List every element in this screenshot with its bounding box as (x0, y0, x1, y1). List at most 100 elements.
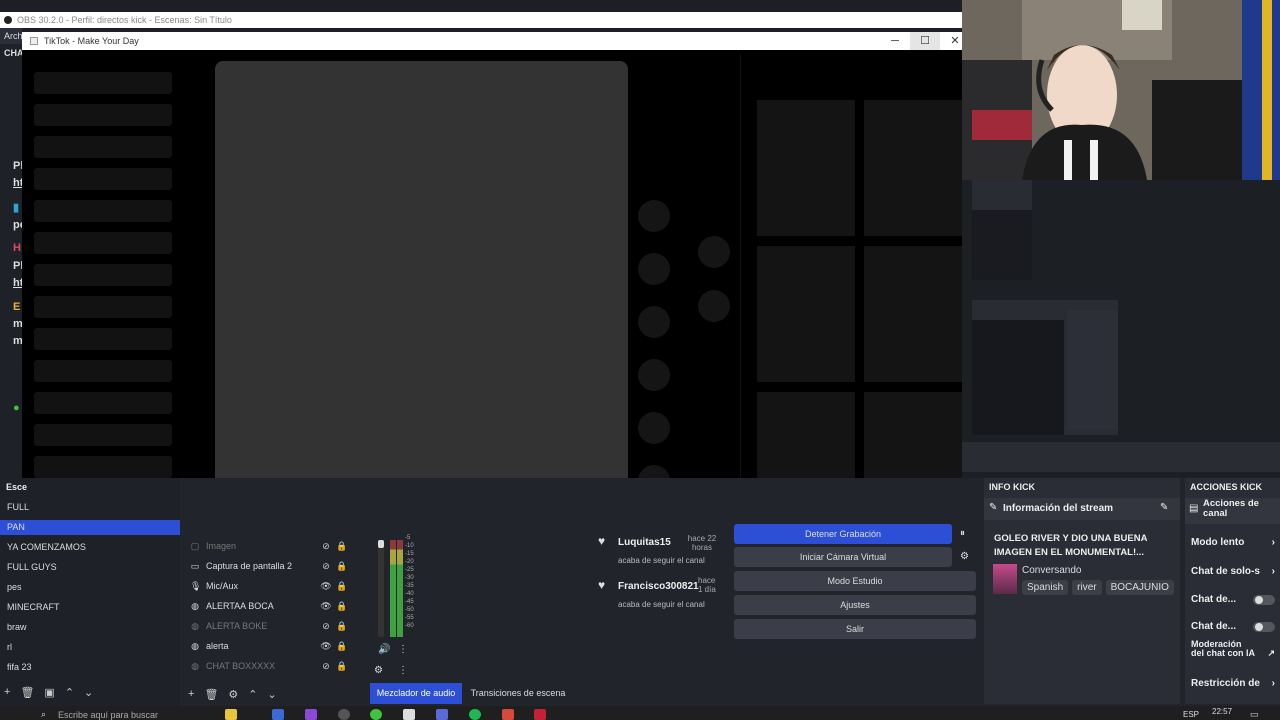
mic-icon: 🎙 (190, 580, 202, 591)
action-button-placeholder[interactable] (638, 359, 670, 391)
action-chat-toggle[interactable]: Chat de... (1191, 594, 1275, 605)
lock-icon[interactable]: 🔒 (334, 641, 350, 652)
visibility-hidden-icon[interactable]: ⊘ (318, 541, 334, 552)
scene-item-selected[interactable]: PAN (7, 522, 25, 532)
wifi-app-icon[interactable] (403, 709, 415, 720)
notification-icon[interactable]: ▭ (1250, 709, 1259, 720)
visibility-icon[interactable]: 👁 (318, 601, 334, 612)
obs-menu-file[interactable]: Arch (0, 28, 23, 44)
source-item[interactable]: ◍ ALERTAA BOCA 👁 🔒 (190, 597, 350, 615)
lock-icon[interactable]: 🔒 (334, 561, 350, 572)
task-view-icon[interactable] (272, 709, 284, 720)
add-source-icon[interactable]: + (188, 688, 194, 701)
nav-arrow-placeholder[interactable] (698, 236, 730, 268)
video-tile-placeholder[interactable] (864, 100, 962, 236)
visibility-icon[interactable]: 👁 (318, 641, 334, 652)
toggle-switch[interactable] (1253, 595, 1275, 605)
source-settings-icon[interactable]: ⚙ (228, 688, 238, 701)
search-icon[interactable]: ⌕ (41, 709, 46, 720)
action-chat-toggle[interactable]: Chat de... (1191, 621, 1275, 632)
mixer-settings-icon[interactable]: ⚙ (374, 665, 383, 676)
source-label: ALERTA BOKE (206, 621, 268, 631)
studio-mode-button[interactable]: Modo Estudio (734, 571, 976, 591)
minimize-button[interactable]: ─ (880, 32, 910, 50)
nav-arrow-placeholder[interactable] (698, 290, 730, 322)
recording-app-icon[interactable] (534, 709, 546, 720)
add-scene-icon[interactable]: + (4, 686, 10, 699)
action-subscribers-chat[interactable]: Chat de solo-s › (1191, 566, 1275, 577)
tiktok-title-bar[interactable]: TikTok - Make Your Day ─ ☐ ✕ (22, 32, 962, 50)
lock-icon[interactable]: 🔒 (334, 541, 350, 552)
volume-slider-handle[interactable] (378, 540, 384, 548)
stop-recording-button[interactable]: Detener Grabación (734, 524, 952, 544)
obs-taskbar-icon[interactable] (338, 709, 350, 720)
browser-icon[interactable] (305, 709, 317, 720)
visibility-icon[interactable]: 👁 (318, 581, 334, 592)
action-slow-mode[interactable]: Modo lento › (1191, 537, 1275, 548)
video-tile-placeholder[interactable] (757, 246, 855, 382)
mixer-menu-icon[interactable]: ⋮ (398, 665, 408, 676)
pause-icon[interactable]: ⏸ (960, 528, 965, 539)
action-button-placeholder[interactable] (638, 412, 670, 444)
source-item[interactable]: ◍ alerta 👁 🔒 (190, 637, 350, 655)
source-item[interactable]: 🎙 Mic/Aux 👁 🔒 (190, 577, 350, 595)
brave-icon[interactable] (502, 709, 514, 720)
exit-button[interactable]: Salir (734, 619, 976, 639)
action-button-placeholder[interactable] (638, 253, 670, 285)
scene-item[interactable]: braw (7, 622, 27, 632)
visibility-hidden-icon[interactable]: ⊘ (318, 561, 334, 572)
scene-item[interactable]: FULL (7, 502, 29, 512)
tab-audio-mixer[interactable]: Mezclador de audio (370, 683, 462, 704)
spotify-icon[interactable] (469, 709, 481, 720)
clock[interactable]: 22:57 (1212, 707, 1232, 716)
toggle-switch[interactable] (1253, 622, 1275, 632)
speaker-icon[interactable]: 🔊 (378, 644, 390, 655)
source-item[interactable]: ◍ ALERTA BOKE ⊘ 🔒 (190, 617, 350, 635)
virtual-camera-button[interactable]: Iniciar Cámara Virtual (734, 547, 952, 567)
lock-icon[interactable]: 🔒 (334, 661, 350, 672)
remove-scene-icon[interactable]: 🗑 (20, 686, 34, 699)
lock-icon[interactable]: 🔒 (334, 601, 350, 612)
source-item[interactable]: ▭ Captura de pantalla 2 ⊘ 🔒 (190, 557, 350, 575)
visibility-hidden-icon[interactable]: ⊘ (318, 621, 334, 632)
lock-icon[interactable]: 🔒 (334, 581, 350, 592)
virtual-camera-settings-icon[interactable]: ⚙ (960, 551, 969, 562)
filter-scene-icon[interactable]: ▣ (44, 686, 54, 699)
source-item[interactable]: ▢ Imagen ⊘ 🔒 (190, 537, 350, 555)
lock-icon[interactable]: 🔒 (334, 621, 350, 632)
more-options-icon[interactable]: ⋮ (398, 644, 408, 655)
tiktok-window[interactable]: TikTok - Make Your Day ─ ☐ ✕ (22, 32, 962, 530)
move-up-icon[interactable]: ⌃ (65, 686, 74, 699)
scene-item[interactable]: pes (7, 582, 22, 592)
tiktok-title: TikTok - Make Your Day (44, 36, 139, 46)
video-tile-placeholder[interactable] (864, 246, 962, 382)
move-down-icon[interactable]: ⌄ (84, 686, 93, 699)
tab-scene-transitions[interactable]: Transiciones de escena (465, 683, 571, 704)
action-restriction[interactable]: Restricción de › (1191, 678, 1275, 689)
maximize-button[interactable]: ☐ (910, 32, 940, 50)
taskbar-search-input[interactable]: Escribe aquí para buscar (58, 710, 158, 720)
video-tile-placeholder[interactable] (757, 100, 855, 236)
scene-item[interactable]: YA COMENZAMOS (7, 542, 86, 552)
remove-source-icon[interactable]: 🗑 (204, 688, 218, 701)
action-button-placeholder[interactable] (638, 306, 670, 338)
teams-icon[interactable] (436, 709, 448, 720)
move-up-icon[interactable]: ⌃ (248, 688, 257, 701)
weather-icon[interactable] (225, 709, 237, 720)
chevron-right-icon: › (1271, 566, 1275, 577)
scene-item[interactable]: fifa 23 (7, 662, 32, 672)
visibility-hidden-icon[interactable]: ⊘ (318, 661, 334, 672)
scene-item[interactable]: MINECRAFT (7, 602, 60, 612)
action-ai-moderation[interactable]: Moderación del chat con IA ↗ (1191, 640, 1275, 658)
whatsapp-icon[interactable] (370, 709, 382, 720)
scene-item[interactable]: FULL GUYS (7, 562, 57, 572)
settings-button[interactable]: Ajustes (734, 595, 976, 615)
move-down-icon[interactable]: ⌄ (268, 688, 277, 701)
language-indicator[interactable]: ESP (1183, 710, 1199, 719)
source-item[interactable]: ◍ CHAT BOXXXXX ⊘ 🔒 (190, 657, 350, 675)
scene-item[interactable]: rl (7, 642, 12, 652)
action-button-placeholder[interactable] (638, 200, 670, 232)
obs-preview[interactable] (962, 180, 1280, 472)
edit-icon[interactable]: ✎ (1160, 502, 1168, 513)
video-placeholder[interactable] (215, 61, 628, 520)
